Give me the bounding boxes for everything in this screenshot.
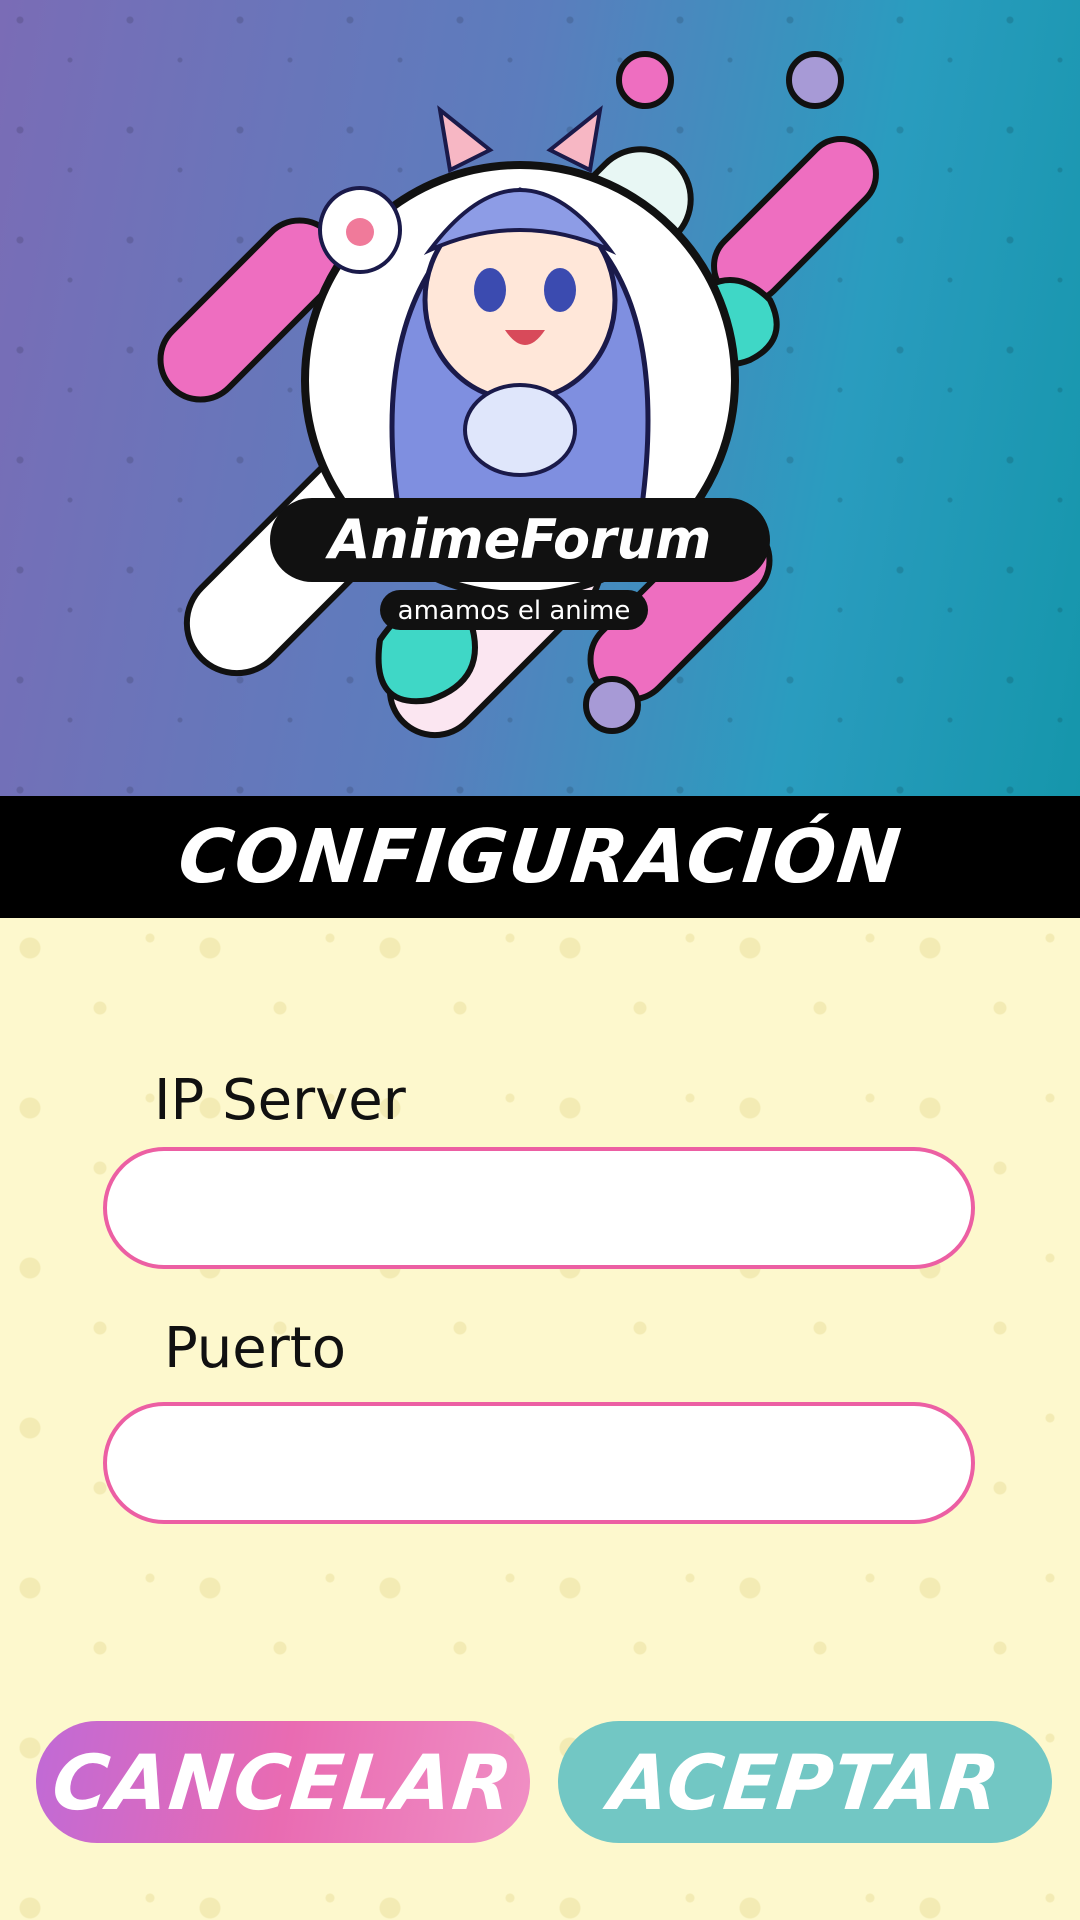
logo-subtitle: amamos el anime (398, 596, 631, 626)
title-band: Configuración (0, 796, 1080, 918)
accept-button-label: Aceptar (605, 1737, 1005, 1827)
header-banner: AnimeForum amamos el anime (0, 0, 1080, 796)
cancel-button-label: Cancelar (48, 1737, 518, 1827)
ip-server-label: IP Server (154, 1068, 406, 1133)
page-title: Configuración (174, 814, 906, 900)
port-label: Puerto (164, 1316, 346, 1381)
ip-server-input[interactable] (103, 1147, 975, 1269)
logo-title: AnimeForum (325, 508, 712, 571)
accept-button[interactable]: Aceptar (558, 1721, 1052, 1843)
port-input[interactable] (103, 1402, 975, 1524)
cancel-button[interactable]: Cancelar (36, 1721, 530, 1843)
config-form: IP Server Puerto Cancelar Aceptar (0, 918, 1080, 1920)
anime-forum-logo: AnimeForum amamos el anime (157, 51, 879, 739)
